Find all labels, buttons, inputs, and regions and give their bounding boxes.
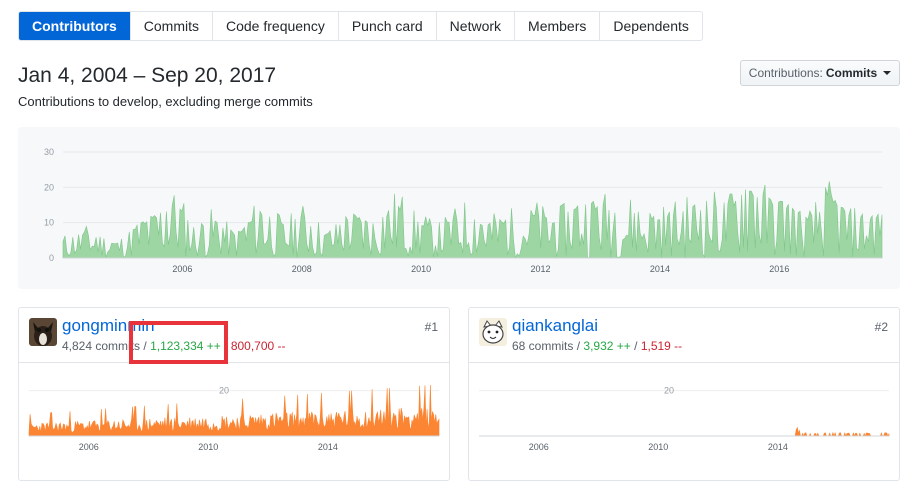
main-contributions-graph: 0 10 20 30 2006 2008 2010 2012 2014 2016 [18, 127, 900, 289]
additions-count: 3,932 ++ [583, 339, 631, 353]
tab-dependents[interactable]: Dependents [599, 12, 702, 40]
deletions-count: 800,700 -- [230, 339, 286, 353]
stats-separator: / [143, 339, 147, 353]
graph-subtitle: Contributions to develop, excluding merg… [18, 94, 313, 109]
x-tick-label: 2006 [172, 264, 192, 274]
commit-count-link[interactable]: 68 commits [512, 339, 573, 353]
series-area [479, 426, 890, 437]
x-tick-label: 2010 [648, 442, 668, 452]
stats-separator: / [634, 339, 638, 353]
avatar[interactable] [29, 318, 57, 346]
x-tick-label: 2006 [79, 442, 99, 452]
deletions-count: 1,519 -- [640, 339, 683, 353]
x-tick-label: 2016 [769, 264, 789, 274]
tab-network[interactable]: Network [435, 12, 514, 40]
x-tick-label: 2014 [318, 442, 338, 452]
x-tick-label: 2014 [768, 442, 788, 452]
contributor-name-link[interactable]: qiankanglai [512, 316, 598, 336]
tab-code-frequency[interactable]: Code frequency [212, 12, 338, 40]
contributor-graph: 20 2006 2010 2014 [28, 384, 440, 452]
dropdown-value: Commits [825, 66, 878, 80]
x-tick-label: 2014 [650, 264, 670, 274]
contributor-rank: #2 [874, 320, 888, 334]
stats-separator: / [576, 339, 581, 353]
contributor-card-header: gongminmin 4,824 commits / 1,123,334 ++ … [19, 308, 449, 363]
tab-members[interactable]: Members [514, 12, 599, 40]
additions-count: 1,123,334 ++ [150, 339, 221, 353]
date-range-title: Jan 4, 2004 – Sep 20, 2017 [18, 64, 277, 87]
tab-commits[interactable]: Commits [129, 12, 212, 40]
y-tick-label: 20 [219, 386, 229, 396]
commit-count-link[interactable]: 4,824 commits [62, 339, 140, 353]
main-graph-svg: 0 10 20 30 2006 2008 2010 2012 2014 2016 [44, 147, 883, 274]
contributor-stats: 68 commits / 3,932 ++ / 1,519 -- [512, 339, 682, 353]
stats-separator: / [224, 339, 228, 353]
y-tick-label: 10 [44, 218, 54, 228]
tab-contributors[interactable]: Contributors [19, 12, 130, 40]
y-tick-label: 0 [49, 253, 54, 263]
x-tick-label: 2006 [529, 442, 549, 452]
y-tick-label: 20 [664, 386, 674, 396]
graphs-tab-nav: Contributors Commits Code frequency Punc… [18, 11, 703, 41]
dropdown-prefix: Contributions: [748, 66, 823, 80]
contributor-card-2: qiankanglai 68 commits / 3,932 ++ / 1,51… [468, 307, 900, 481]
contributor-stats: 4,824 commits / 1,123,334 ++ / 800,700 -… [62, 339, 286, 353]
contributor-card-1: gongminmin 4,824 commits / 1,123,334 ++ … [18, 307, 450, 481]
x-tick-label: 2010 [411, 264, 431, 274]
caret-down-icon [883, 71, 892, 75]
tab-punch-card[interactable]: Punch card [337, 12, 436, 40]
contributor-rank: #1 [424, 320, 438, 334]
contributor-graph: 20 2006 2010 2014 [479, 386, 890, 452]
contributor-card-header: qiankanglai 68 commits / 3,932 ++ / 1,51… [469, 308, 899, 363]
contributions-type-dropdown[interactable]: Contributions: Commits [740, 60, 900, 86]
x-tick-label: 2008 [292, 264, 312, 274]
contributor-name-link[interactable]: gongminmin [62, 316, 155, 336]
y-tick-label: 20 [44, 182, 54, 192]
avatar[interactable] [479, 318, 507, 346]
x-tick-label: 2010 [198, 442, 218, 452]
x-tick-label: 2012 [531, 264, 551, 274]
y-tick-label: 30 [44, 147, 54, 157]
series-area [62, 181, 883, 259]
series-area [28, 384, 440, 437]
